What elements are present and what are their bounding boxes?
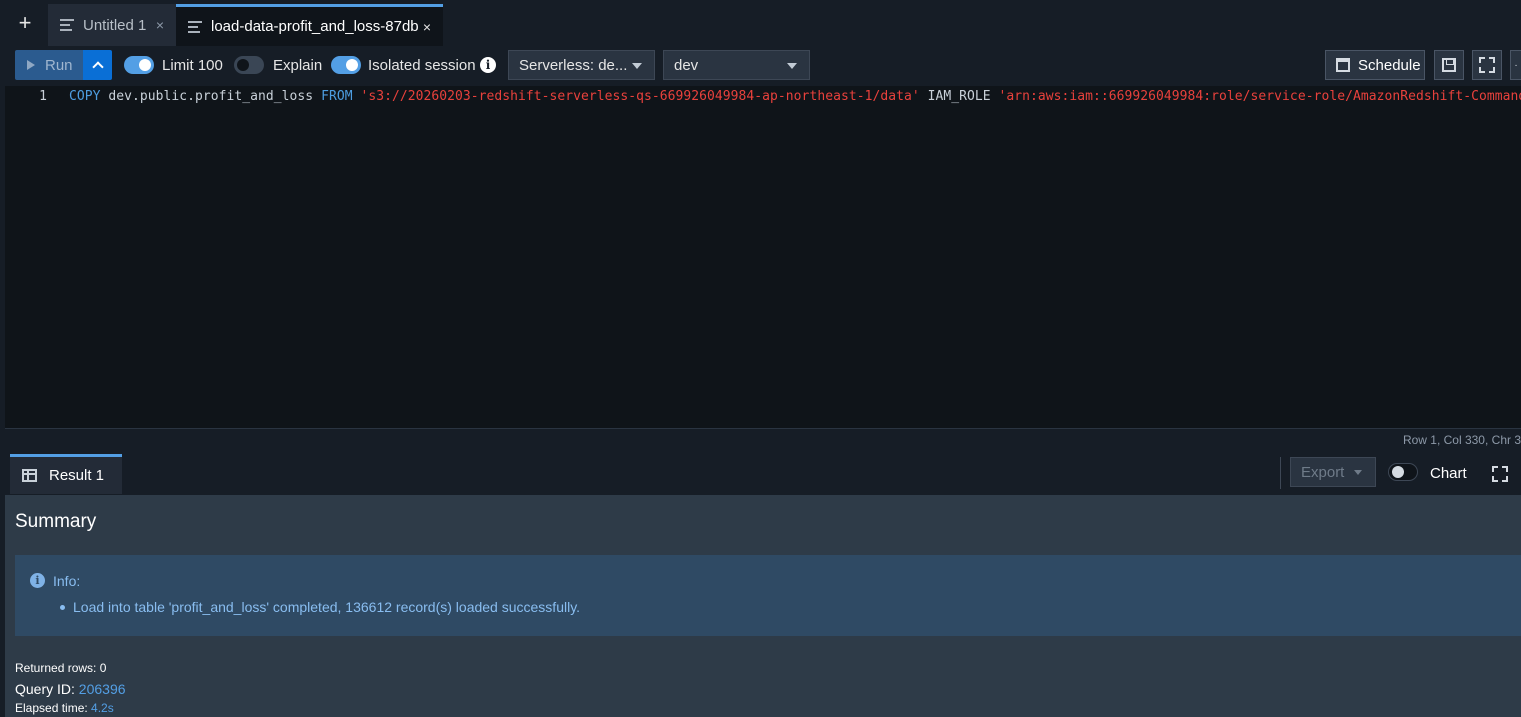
schedule-label: Schedule bbox=[1358, 56, 1421, 74]
calendar-icon bbox=[1336, 58, 1350, 72]
save-icon bbox=[1442, 58, 1456, 72]
chart-label: Chart bbox=[1430, 465, 1467, 482]
query-id-link[interactable]: 206396 bbox=[79, 681, 126, 697]
result-tab-label: Result 1 bbox=[49, 467, 105, 484]
run-label: Run bbox=[45, 56, 73, 74]
editor-doc-icon bbox=[60, 19, 74, 31]
isolated-session-toggle[interactable] bbox=[331, 56, 361, 74]
sql-editor[interactable]: 1 COPY dev.public.profit_and_loss FROM '… bbox=[5, 86, 1521, 428]
explain-toggle[interactable] bbox=[234, 56, 264, 74]
editor-status-bar: Row 1, Col 330, Chr 3 bbox=[5, 428, 1521, 448]
editor-doc-icon bbox=[188, 20, 202, 33]
query-id-label: Query ID: bbox=[15, 681, 79, 697]
tab-result-1[interactable]: Result 1 bbox=[10, 454, 122, 494]
database-value: dev bbox=[674, 56, 699, 74]
more-icon: · bbox=[1514, 59, 1518, 71]
code-line[interactable]: COPY dev.public.profit_and_loss FROM 's3… bbox=[69, 89, 1521, 104]
results-panel: Summary i Info: Load into table 'profit_… bbox=[5, 495, 1521, 717]
chart-toggle[interactable] bbox=[1388, 463, 1418, 481]
limit-toggle[interactable] bbox=[124, 56, 154, 74]
expand-icon bbox=[1479, 57, 1495, 73]
table-icon bbox=[22, 469, 37, 482]
keyword-copy: COPY bbox=[69, 89, 101, 104]
tab-label: Untitled 1 bbox=[83, 16, 147, 34]
workgroup-value: Serverless: de... bbox=[519, 56, 628, 74]
close-icon[interactable]: × bbox=[423, 19, 431, 35]
returned-rows: Returned rows: 0 bbox=[15, 661, 107, 675]
query-tab-bar: + Untitled 1 × load-data-profit_and_loss… bbox=[0, 0, 1521, 46]
info-icon[interactable]: i bbox=[480, 57, 496, 73]
elapsed-value: 4.2s bbox=[91, 701, 114, 715]
line-number: 1 bbox=[39, 89, 47, 104]
run-button[interactable]: Run bbox=[15, 50, 83, 80]
keyword-from: FROM bbox=[321, 89, 353, 104]
elapsed-time: Elapsed time: 4.2s bbox=[15, 701, 114, 715]
run-options-button[interactable] bbox=[83, 50, 112, 80]
s3-path-string: 's3://20260203-redshift-serverless-qs-66… bbox=[360, 89, 920, 104]
schedule-button[interactable]: Schedule bbox=[1325, 50, 1425, 80]
results-header: Result 1 Export Chart bbox=[5, 451, 1521, 495]
caret-down-icon bbox=[1354, 469, 1363, 475]
divider bbox=[1280, 457, 1281, 489]
explain-label: Explain bbox=[273, 57, 323, 74]
info-icon: i bbox=[30, 573, 45, 588]
summary-title: Summary bbox=[15, 511, 97, 532]
workgroup-select[interactable]: Serverless: de... bbox=[508, 50, 655, 80]
tab-untitled-1[interactable]: Untitled 1 × bbox=[48, 4, 176, 46]
bullet bbox=[60, 605, 65, 610]
query-id: Query ID: 206396 bbox=[15, 681, 126, 697]
export-label: Export bbox=[1301, 463, 1345, 481]
caret-down-icon bbox=[632, 63, 642, 69]
chevron-up-icon bbox=[91, 61, 104, 73]
info-message: Load into table 'profit_and_loss' comple… bbox=[73, 599, 581, 615]
tab-load-data-profit-and-loss[interactable]: load-data-profit_and_loss-87db × bbox=[176, 4, 443, 46]
caret-down-icon bbox=[787, 63, 797, 69]
export-button[interactable]: Export bbox=[1290, 457, 1376, 487]
tab-label: load-data-profit_and_loss-87db bbox=[211, 18, 419, 35]
fullscreen-button[interactable] bbox=[1472, 50, 1502, 80]
role-arn-string: 'arn:aws:iam::669926049984:role/service-… bbox=[998, 89, 1521, 104]
new-tab-button[interactable]: + bbox=[12, 10, 38, 36]
close-icon[interactable]: × bbox=[156, 17, 164, 33]
save-button[interactable] bbox=[1434, 50, 1464, 80]
expand-icon[interactable] bbox=[1492, 466, 1508, 482]
iam-role-keyword: IAM_ROLE bbox=[919, 89, 999, 104]
more-options-button[interactable]: · bbox=[1510, 50, 1521, 80]
editor-toolbar: Run Limit 100 Explain Isolated session i… bbox=[0, 46, 1521, 86]
info-label: Info: bbox=[53, 573, 81, 589]
info-alert: i Info: Load into table 'profit_and_loss… bbox=[15, 555, 1521, 636]
elapsed-label: Elapsed time: bbox=[15, 701, 92, 715]
limit-label: Limit 100 bbox=[162, 57, 223, 74]
table-name: dev.public.profit_and_loss bbox=[100, 89, 322, 104]
cursor-position: Row 1, Col 330, Chr 3 bbox=[1402, 433, 1521, 447]
isolated-session-label: Isolated session bbox=[368, 57, 476, 74]
play-icon bbox=[27, 60, 35, 70]
database-select[interactable]: dev bbox=[663, 50, 810, 80]
